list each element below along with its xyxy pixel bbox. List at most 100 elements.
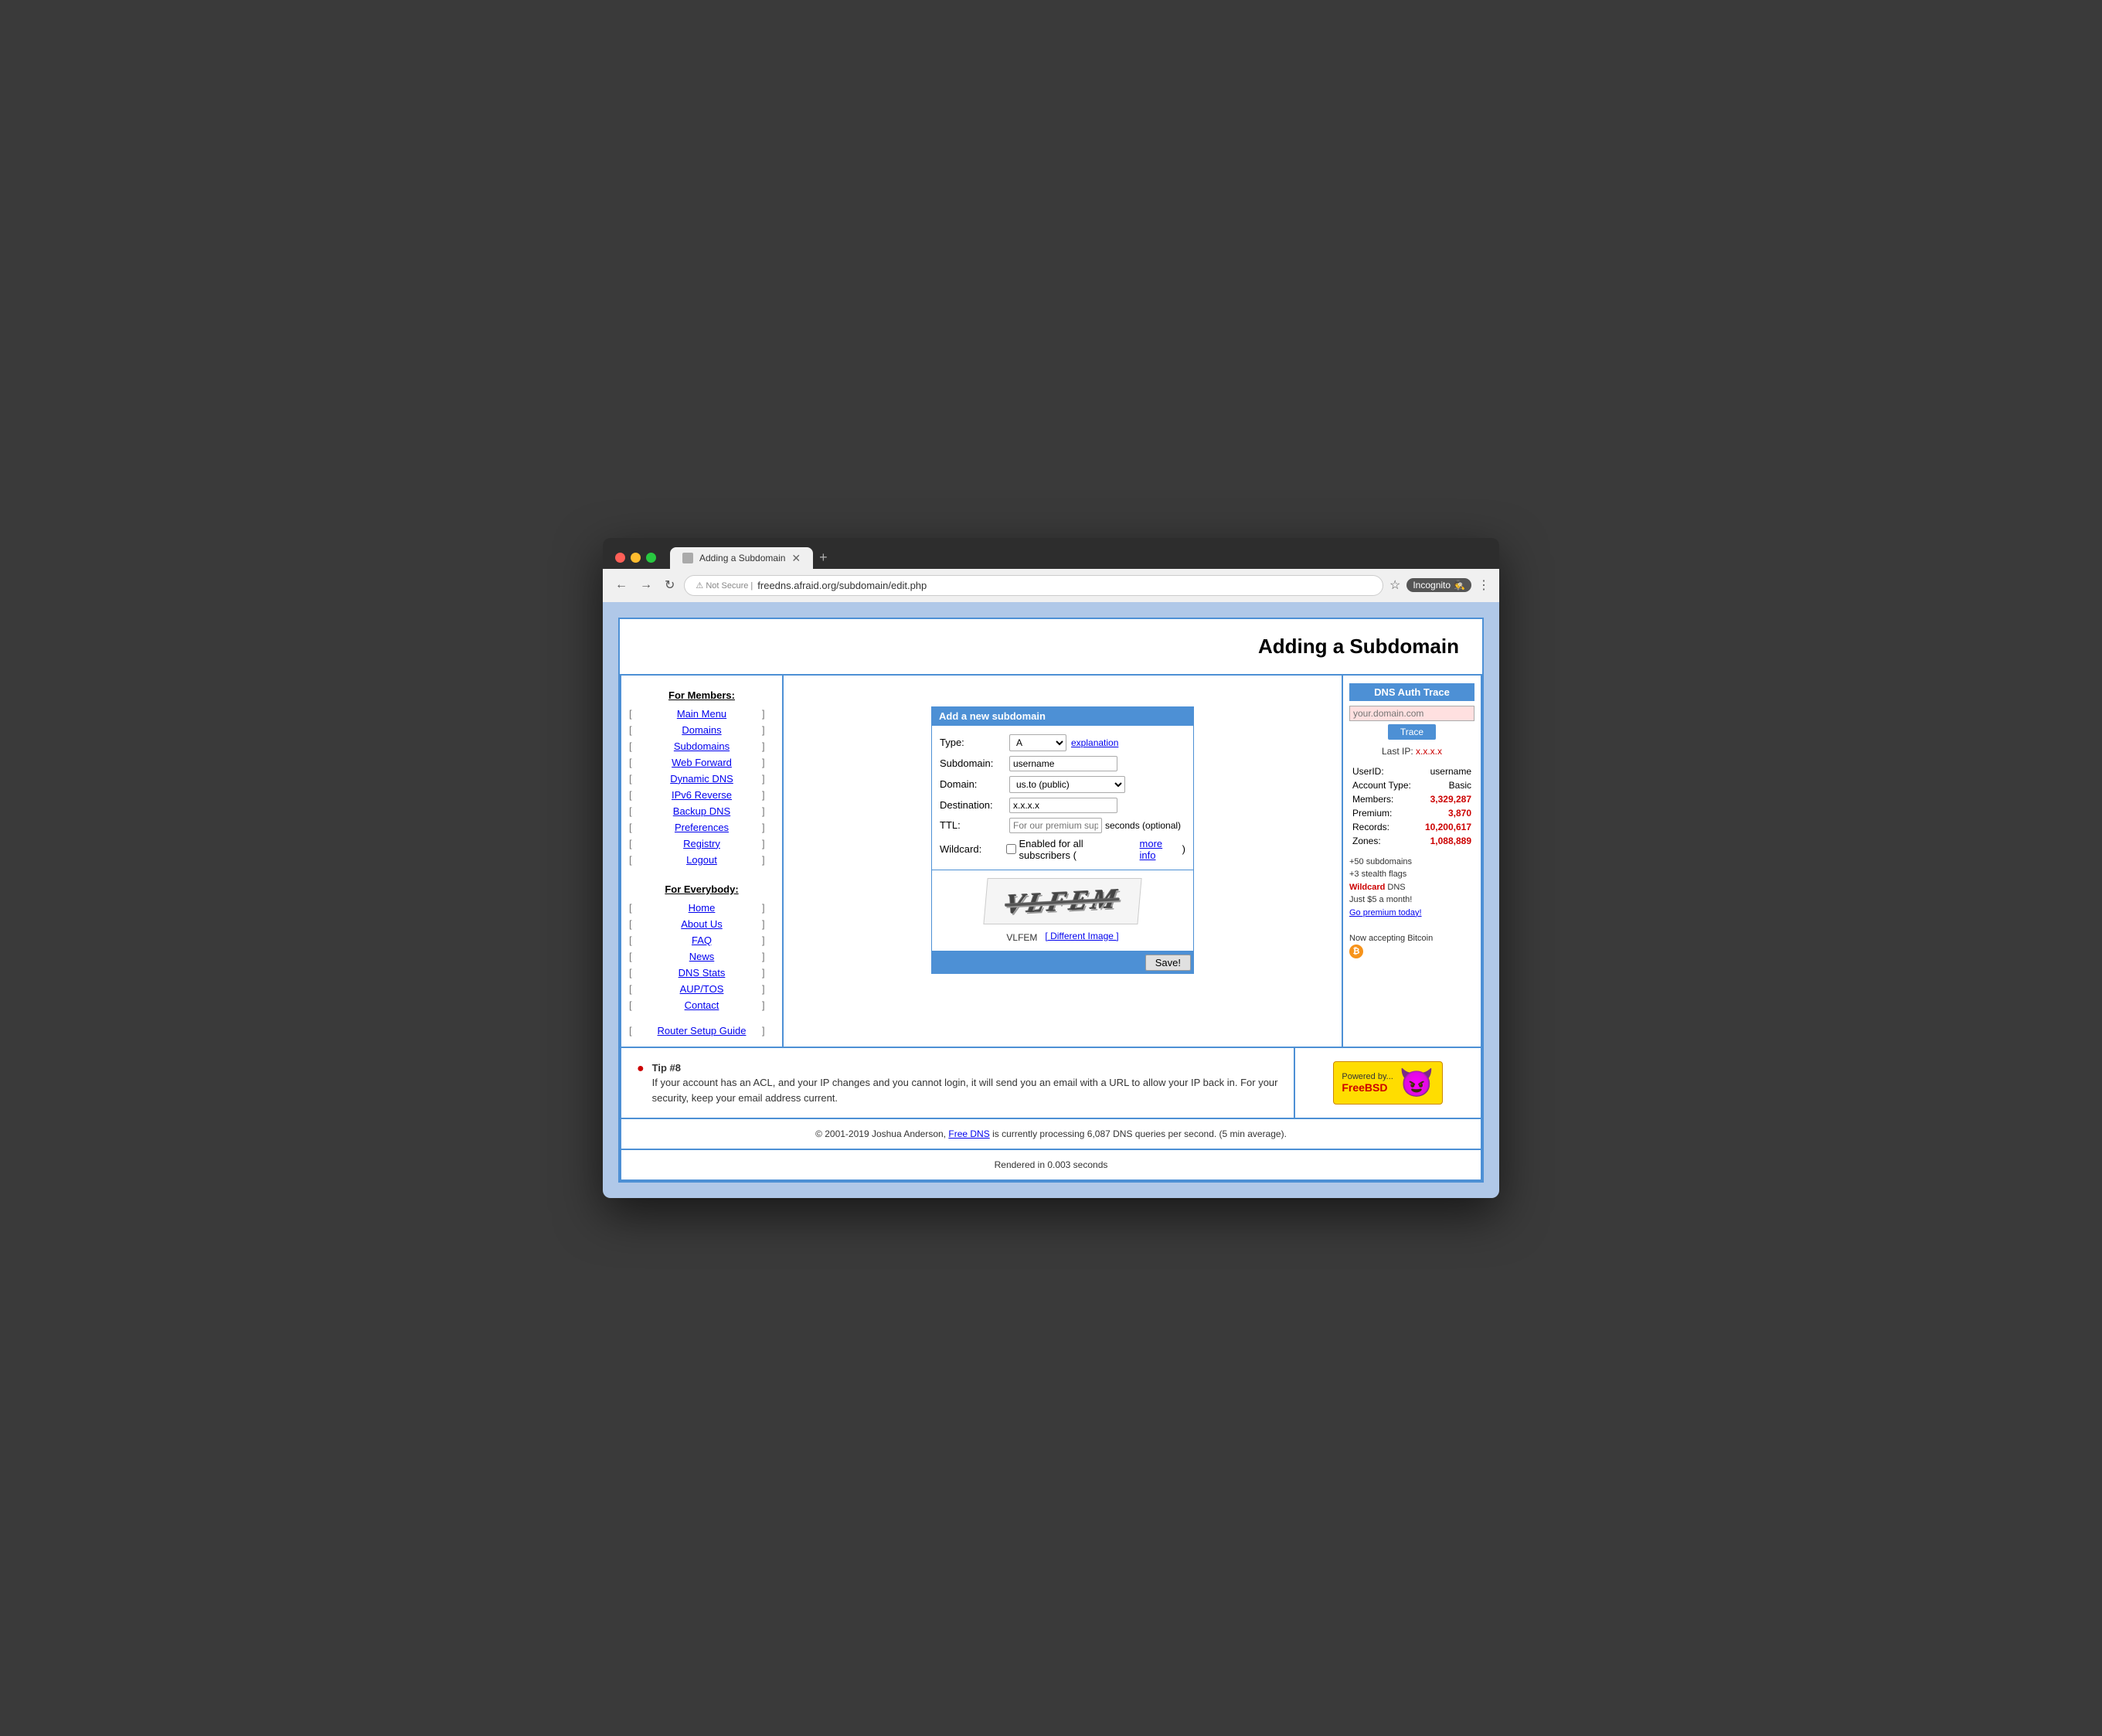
ttl-row: TTL: seconds (optional) bbox=[940, 815, 1185, 836]
menu-icon[interactable]: ⋮ bbox=[1478, 577, 1490, 593]
dns-auth-input[interactable] bbox=[1349, 706, 1474, 721]
about-us-link[interactable]: About Us bbox=[641, 917, 762, 931]
sidebar-item-news[interactable]: [ News ] bbox=[621, 948, 782, 965]
captcha-text: VLFEM bbox=[1003, 882, 1123, 921]
dns-stats-link[interactable]: DNS Stats bbox=[641, 966, 762, 979]
free-dns-link[interactable]: Free DNS bbox=[948, 1128, 989, 1139]
userid-label: UserID: bbox=[1349, 764, 1418, 778]
userid-value: username bbox=[1418, 764, 1474, 778]
domains-link[interactable]: Domains bbox=[641, 723, 762, 737]
type-row: Type: A AAAA CNAME MX TXT bbox=[940, 732, 1185, 754]
bookmark-icon[interactable]: ☆ bbox=[1389, 577, 1400, 593]
backup-dns-link[interactable]: Backup DNS bbox=[641, 805, 762, 818]
sidebar-item-contact[interactable]: [ Contact ] bbox=[621, 997, 782, 1013]
form-body: Type: A AAAA CNAME MX TXT bbox=[931, 726, 1194, 870]
sidebar-item-faq[interactable]: [ FAQ ] bbox=[621, 932, 782, 948]
zones-value: 1,088,889 bbox=[1418, 834, 1474, 848]
sidebar-item-dns-stats[interactable]: [ DNS Stats ] bbox=[621, 965, 782, 981]
main-menu-link[interactable]: Main Menu bbox=[641, 707, 762, 720]
bitcoin-icon[interactable]: ₿ bbox=[1349, 945, 1363, 958]
captcha-container: VLFEM VLFEM [ Different Image ] bbox=[931, 870, 1194, 951]
page-header: Adding a Subdomain bbox=[620, 619, 1482, 676]
sidebar-item-preferences[interactable]: [ Preferences ] bbox=[621, 819, 782, 836]
ipv6-reverse-link[interactable]: IPv6 Reverse bbox=[641, 788, 762, 802]
dns-auth-title: DNS Auth Trace bbox=[1349, 683, 1474, 701]
wildcard-close: ) bbox=[1182, 843, 1185, 855]
premium-label: Premium: bbox=[1349, 806, 1418, 820]
copyright-text: © 2001-2019 Joshua Anderson, bbox=[815, 1128, 946, 1139]
different-image-link[interactable]: [ Different Image ] bbox=[1045, 931, 1118, 941]
last-ip-label: Last IP: bbox=[1382, 746, 1413, 757]
wildcard-checkbox[interactable] bbox=[1006, 844, 1016, 854]
zones-label: Zones: bbox=[1349, 834, 1418, 848]
reload-button[interactable]: ↻ bbox=[662, 576, 678, 594]
premium-value: 3,870 bbox=[1418, 806, 1474, 820]
tip-bullet-icon: ● bbox=[637, 1062, 645, 1076]
tab-close-button[interactable]: ✕ bbox=[791, 553, 801, 563]
sidebar-item-dynamic-dns[interactable]: [ Dynamic DNS ] bbox=[621, 771, 782, 787]
captcha-display: VLFEM bbox=[1006, 932, 1037, 943]
dynamic-dns-link[interactable]: Dynamic DNS bbox=[641, 772, 762, 785]
destination-input[interactable] bbox=[1009, 798, 1117, 813]
web-forward-link[interactable]: Web Forward bbox=[641, 756, 762, 769]
sidebar-item-registry[interactable]: [ Registry ] bbox=[621, 836, 782, 852]
members-row: Members: 3,329,287 bbox=[1349, 792, 1474, 806]
faq-link[interactable]: FAQ bbox=[641, 934, 762, 947]
news-link[interactable]: News bbox=[641, 950, 762, 963]
close-button[interactable] bbox=[615, 553, 625, 563]
forward-button[interactable]: → bbox=[637, 577, 655, 594]
sidebar-item-backup-dns[interactable]: [ Backup DNS ] bbox=[621, 803, 782, 819]
preferences-link[interactable]: Preferences bbox=[641, 821, 762, 834]
subdomain-row: Subdomain: bbox=[940, 754, 1185, 774]
sidebar-item-router[interactable]: [ Router Setup Guide ] bbox=[621, 1023, 782, 1039]
domain-select[interactable]: us.to (public) bbox=[1009, 776, 1125, 793]
explanation-link[interactable]: explanation bbox=[1071, 737, 1118, 748]
freebsd-badge: Powered by... FreeBSD 😈 bbox=[1333, 1061, 1442, 1105]
sidebar-item-logout[interactable]: [ Logout ] bbox=[621, 852, 782, 868]
sidebar-item-main-menu[interactable]: [ Main Menu ] bbox=[621, 706, 782, 722]
sidebar-item-ipv6-reverse[interactable]: [ IPv6 Reverse ] bbox=[621, 787, 782, 803]
tip-text: Tip #8 If your account has an ACL, and y… bbox=[652, 1060, 1278, 1106]
new-tab-button[interactable]: + bbox=[813, 550, 834, 566]
sidebar-item-subdomains[interactable]: [ Subdomains ] bbox=[621, 738, 782, 754]
incognito-badge: Incognito 🕵 bbox=[1406, 578, 1471, 592]
minimize-button[interactable] bbox=[631, 553, 641, 563]
sidebar-item-aup-tos[interactable]: [ AUP/TOS ] bbox=[621, 981, 782, 997]
sidebar-item-home[interactable]: [ Home ] bbox=[621, 900, 782, 916]
form-header: Add a new subdomain bbox=[931, 706, 1194, 726]
sidebar-item-about-us[interactable]: [ About Us ] bbox=[621, 916, 782, 932]
home-link[interactable]: Home bbox=[641, 901, 762, 914]
trace-button[interactable]: Trace bbox=[1388, 724, 1436, 740]
aup-tos-link[interactable]: AUP/TOS bbox=[641, 982, 762, 996]
sidebar-item-web-forward[interactable]: [ Web Forward ] bbox=[621, 754, 782, 771]
records-value: 10,200,617 bbox=[1418, 820, 1474, 834]
tip-body: If your account has an ACL, and your IP … bbox=[652, 1077, 1278, 1104]
router-setup-link[interactable]: Router Setup Guide bbox=[641, 1024, 762, 1037]
ttl-input[interactable] bbox=[1009, 818, 1102, 833]
zones-row: Zones: 1,088,889 bbox=[1349, 834, 1474, 848]
address-bar[interactable]: ⚠ Not Secure | freedns.afraid.org/subdom… bbox=[684, 575, 1383, 596]
subdomains-link[interactable]: Subdomains bbox=[641, 740, 762, 753]
logout-link[interactable]: Logout bbox=[641, 853, 762, 866]
type-select[interactable]: A AAAA CNAME MX TXT bbox=[1009, 734, 1066, 751]
subdomain-input[interactable] bbox=[1009, 756, 1117, 771]
tip-right: Powered by... FreeBSD 😈 bbox=[1295, 1048, 1481, 1118]
tab-title: Adding a Subdomain bbox=[699, 553, 785, 563]
back-button[interactable]: ← bbox=[612, 577, 631, 594]
contact-link[interactable]: Contact bbox=[641, 999, 762, 1012]
tab-favicon bbox=[682, 553, 693, 563]
active-tab[interactable]: Adding a Subdomain ✕ bbox=[670, 547, 813, 569]
go-premium-link[interactable]: Go premium today! bbox=[1349, 908, 1422, 917]
premium-row: Premium: 3,870 bbox=[1349, 806, 1474, 820]
save-button[interactable]: Save! bbox=[1145, 955, 1191, 971]
ttl-suffix: seconds (optional) bbox=[1105, 820, 1181, 831]
type-label: Type: bbox=[940, 737, 1009, 748]
footer-copyright: © 2001-2019 Joshua Anderson, Free DNS is… bbox=[620, 1119, 1482, 1150]
members-section-title: For Members: bbox=[621, 683, 782, 706]
more-info-link[interactable]: more info bbox=[1140, 838, 1179, 861]
premium-promo: +50 subdomains +3 stealth flags Wildcard… bbox=[1349, 856, 1474, 959]
maximize-button[interactable] bbox=[646, 553, 656, 563]
everybody-section-title: For Everybody: bbox=[621, 877, 782, 900]
sidebar-item-domains[interactable]: [ Domains ] bbox=[621, 722, 782, 738]
registry-link[interactable]: Registry bbox=[641, 837, 762, 850]
